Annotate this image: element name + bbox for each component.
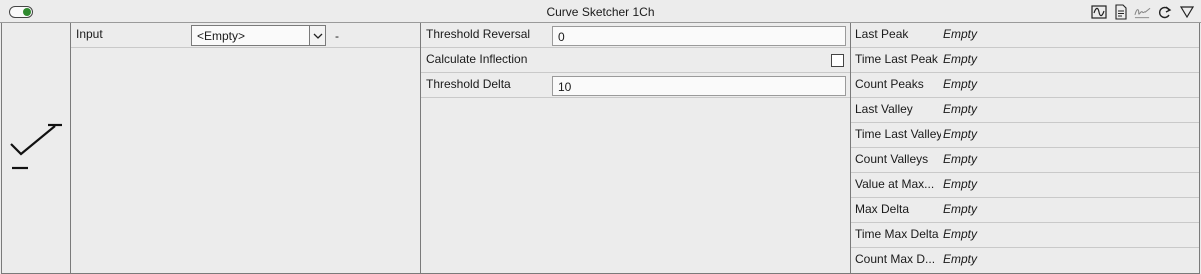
toolbar-icons [1090,3,1195,21]
result-label: Count Peaks [855,77,924,91]
result-label: Last Valley [855,102,913,116]
result-row: Count Max D... Empty [851,248,1199,273]
waveform-icon[interactable] [1090,4,1107,21]
threshold-reversal-row: Threshold Reversal 0 [421,23,850,48]
result-row: Time Last Peak Empty [851,48,1199,73]
result-value: Empty [943,152,978,166]
result-row: Max Delta Empty [851,198,1199,223]
result-value: Empty [943,127,978,141]
parameters-column: Threshold Reversal 0 Calculate Inflectio… [421,23,851,273]
result-value: Empty [943,202,978,216]
result-value: Empty [943,177,978,191]
input-label: Input [76,27,103,41]
threshold-reversal-input[interactable]: 0 [552,26,846,46]
result-row: Value at Max... Empty [851,173,1199,198]
document-icon[interactable] [1112,4,1129,21]
result-label: Max Delta [855,202,910,216]
threshold-reversal-label: Threshold Reversal [426,27,531,41]
result-row: Last Valley Empty [851,98,1199,123]
result-row: Count Valleys Empty [851,148,1199,173]
result-label: Value at Max... [855,177,935,191]
result-value: Empty [943,227,978,241]
dropdown-triangle-icon[interactable] [1178,4,1195,21]
result-label: Time Last Peak [855,52,938,66]
result-label: Time Max Delta [855,227,939,241]
input-select-value: <Empty> [197,29,246,43]
curve-sketcher-icon [10,123,62,170]
module-icon-column [2,23,71,273]
threshold-delta-row: Threshold Delta 10 [421,73,850,98]
threshold-delta-label: Threshold Delta [426,77,511,91]
module-panel: Input <Empty> - Threshold Reversal 0 Cal… [1,23,1200,274]
threshold-delta-input[interactable]: 10 [552,76,846,96]
result-row: Count Peaks Empty [851,73,1199,98]
result-value: Empty [943,52,978,66]
result-label: Time Last Valley [855,127,941,141]
result-value: Empty [943,27,978,41]
input-select[interactable]: <Empty> [191,25,326,46]
redo-icon[interactable] [1156,4,1173,21]
calculate-inflection-row: Calculate Inflection [421,48,850,73]
title-bar: Curve Sketcher 1Ch [0,0,1201,23]
chevron-down-icon[interactable] [309,26,325,45]
result-label: Count Valleys [855,152,929,166]
input-row: Input <Empty> - [71,23,420,48]
calculate-inflection-checkbox[interactable] [831,54,844,67]
result-value: Empty [943,102,978,116]
input-unit: - [335,29,339,43]
result-value: Empty [943,252,978,266]
calculate-inflection-label: Calculate Inflection [426,52,528,66]
input-column: Input <Empty> - [71,23,421,273]
result-row: Time Max Delta Empty [851,223,1199,248]
result-label: Last Peak [855,27,909,41]
result-value: Empty [943,77,978,91]
result-label: Count Max D... [855,252,936,266]
window-title: Curve Sketcher 1Ch [546,5,655,19]
results-column: Last Peak Empty Time Last Peak Empty Count… [851,23,1199,273]
result-row: Last Peak Empty [851,23,1199,48]
result-row: Time Last Valley Empty [851,123,1199,148]
signature-icon[interactable] [1134,4,1151,21]
